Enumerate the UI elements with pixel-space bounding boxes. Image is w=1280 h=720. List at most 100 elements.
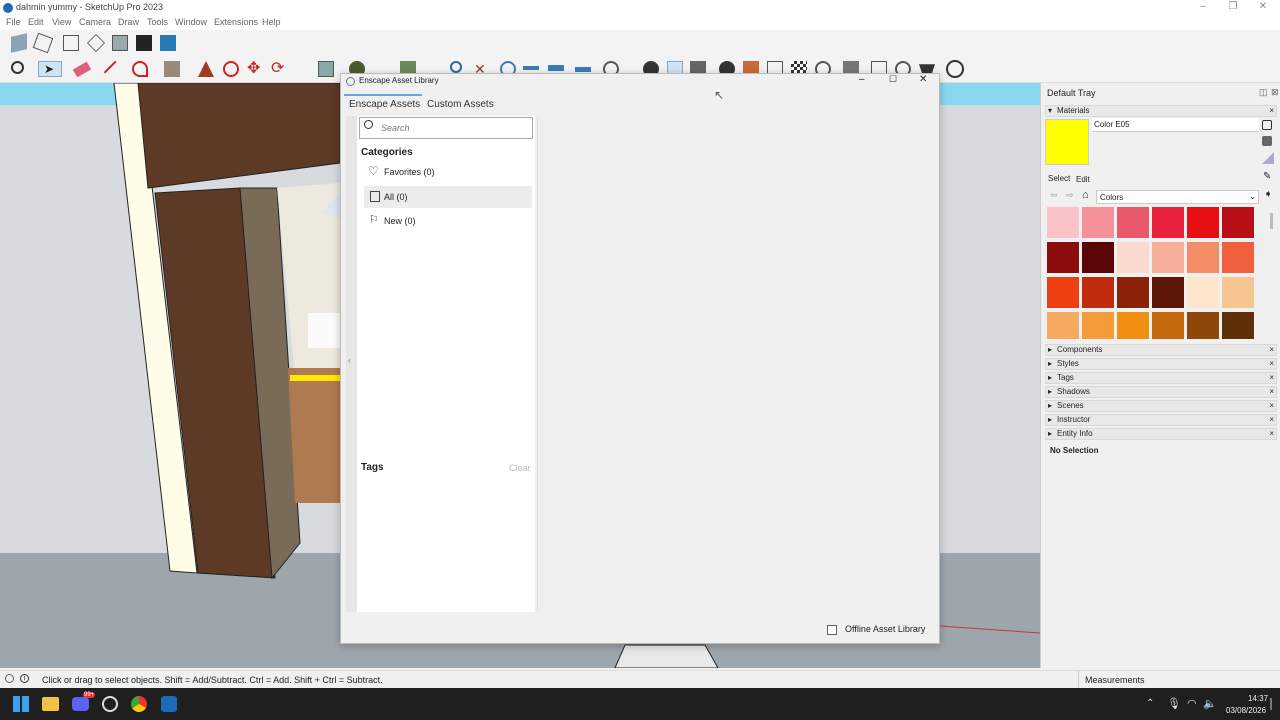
home-icon[interactable]: ⌂: [1082, 189, 1089, 201]
line-tool-icon[interactable]: [99, 56, 117, 74]
color-swatch[interactable]: [1187, 207, 1219, 238]
components-panel-header[interactable]: Components ×: [1045, 344, 1277, 356]
sidebar-collapse-bar[interactable]: ‹: [346, 116, 357, 612]
zoom-icon[interactable]: [11, 61, 24, 74]
color-swatch[interactable]: [1152, 207, 1184, 238]
panel-close-icon[interactable]: ×: [1269, 387, 1274, 397]
clear-tags-link[interactable]: Clear: [509, 463, 531, 473]
start-icon[interactable]: [13, 696, 29, 712]
material-preview[interactable]: [1045, 119, 1089, 165]
show-desktop-button[interactable]: [1270, 698, 1272, 710]
color-swatch[interactable]: [1082, 312, 1114, 339]
color-swatch[interactable]: [1082, 277, 1114, 308]
details-arrow-icon[interactable]: ➧: [1264, 189, 1272, 200]
shaded-icon[interactable]: [112, 35, 128, 51]
eraser-icon[interactable]: [72, 61, 92, 78]
rectangle-tool-icon[interactable]: [164, 61, 180, 77]
front-view-icon[interactable]: [63, 35, 79, 51]
entity-info-panel-header[interactable]: Entity Info ×: [1045, 428, 1277, 440]
color-swatch[interactable]: [1082, 207, 1114, 238]
move-tool-icon[interactable]: ✥: [247, 61, 263, 77]
color-swatch[interactable]: [1082, 242, 1114, 273]
color-swatch[interactable]: [1222, 242, 1254, 273]
eyedropper-icon[interactable]: ✎: [1263, 171, 1271, 182]
color-swatch[interactable]: [1117, 312, 1149, 339]
maximize-button[interactable]: ❐: [1218, 1, 1248, 12]
account-icon[interactable]: [946, 60, 964, 78]
menu-window[interactable]: Window: [175, 17, 207, 27]
clock-date[interactable]: 03/08/2026: [1226, 706, 1266, 715]
color-swatch[interactable]: [1047, 312, 1079, 339]
menu-draw[interactable]: Draw: [118, 17, 139, 27]
material-name-field[interactable]: Color E05: [1092, 118, 1259, 132]
iso-view-icon[interactable]: [11, 33, 27, 53]
tab-custom-assets[interactable]: Custom Assets: [427, 99, 494, 110]
scale-tool-icon[interactable]: [318, 61, 334, 77]
menu-edit[interactable]: Edit: [28, 17, 44, 27]
instructor-panel-header[interactable]: Instructor ×: [1045, 414, 1277, 426]
info-icon[interactable]: i: [20, 674, 29, 683]
scenes-panel-header[interactable]: Scenes ×: [1045, 400, 1277, 412]
color-swatch[interactable]: [1222, 207, 1254, 238]
color-swatch[interactable]: [1222, 277, 1254, 308]
shadows-panel-header[interactable]: Shadows ×: [1045, 386, 1277, 398]
clock-time[interactable]: 14:37: [1248, 694, 1268, 703]
create-material-icon[interactable]: [1262, 120, 1272, 130]
category-new[interactable]: New (0) ⚐: [364, 210, 532, 230]
minimize-button[interactable]: –: [1188, 1, 1218, 12]
menu-file[interactable]: File: [6, 17, 21, 27]
materials-panel-header[interactable]: ▾ Materials ×: [1045, 105, 1277, 117]
color-swatch[interactable]: [1187, 277, 1219, 308]
dialog-close-button[interactable]: ✕: [919, 74, 927, 85]
arc-tool-icon[interactable]: [132, 61, 148, 77]
file-explorer-icon[interactable]: [42, 697, 59, 711]
color-swatch[interactable]: [1047, 207, 1079, 238]
dialog-maximize-button[interactable]: ☐: [889, 74, 897, 85]
chrome-icon[interactable]: [131, 696, 147, 712]
push-pull-icon[interactable]: [198, 61, 214, 77]
styles-panel-header[interactable]: Styles ×: [1045, 358, 1277, 370]
color-swatch[interactable]: [1187, 242, 1219, 273]
close-button[interactable]: ✕: [1248, 1, 1278, 12]
top-view-icon[interactable]: [32, 32, 54, 54]
discord-icon[interactable]: [72, 697, 89, 711]
panel-close-icon[interactable]: ×: [1269, 345, 1274, 355]
right-view-icon[interactable]: [86, 33, 106, 53]
enscape-layers-icon[interactable]: [575, 67, 591, 72]
color-swatch[interactable]: [1187, 312, 1219, 339]
tray-chevron-icon[interactable]: ⌃: [1146, 698, 1154, 709]
color-swatch[interactable]: [1152, 277, 1184, 308]
color-swatch[interactable]: [1222, 312, 1254, 339]
menu-camera[interactable]: Camera: [79, 17, 111, 27]
enscape-sync-icon[interactable]: [523, 66, 539, 70]
swatch-scrollbar[interactable]: [1270, 213, 1273, 229]
steam-icon[interactable]: [102, 696, 118, 712]
offset-icon[interactable]: [223, 61, 239, 77]
menu-extensions[interactable]: Extensions: [214, 17, 258, 27]
rotate-tool-icon[interactable]: ⟳: [271, 61, 287, 77]
wifi-icon[interactable]: ◠: [1187, 697, 1197, 710]
tags-panel-header[interactable]: Tags ×: [1045, 372, 1277, 384]
category-favorites[interactable]: Favorites (0) ♡: [364, 162, 532, 182]
color-swatch[interactable]: [1117, 207, 1149, 238]
panel-close-icon[interactable]: ×: [1269, 429, 1274, 439]
color-swatch[interactable]: [1117, 277, 1149, 308]
monochrome-icon[interactable]: [136, 35, 152, 51]
menu-help[interactable]: Help: [262, 17, 281, 27]
menu-tools[interactable]: Tools: [147, 17, 168, 27]
geo-location-icon[interactable]: [5, 674, 14, 683]
volume-icon[interactable]: 🔈: [1203, 697, 1217, 710]
tray-close-icon[interactable]: ⊠: [1271, 87, 1279, 98]
panel-close-icon[interactable]: ×: [1269, 415, 1274, 425]
tab-enscape-assets[interactable]: Enscape Assets: [349, 99, 420, 110]
color-swatch[interactable]: [1152, 312, 1184, 339]
panel-close-icon[interactable]: ×: [1269, 359, 1274, 369]
menu-view[interactable]: View: [52, 17, 71, 27]
color-swatch[interactable]: [1152, 242, 1184, 273]
forward-arrow-icon[interactable]: ⇨: [1066, 190, 1074, 201]
panel-close-icon[interactable]: ×: [1269, 373, 1274, 383]
category-all[interactable]: All (0): [364, 186, 532, 208]
color-swatch[interactable]: [1047, 242, 1079, 273]
measurements-box[interactable]: Measurements: [1078, 671, 1280, 688]
panel-close-icon[interactable]: ×: [1269, 106, 1274, 116]
